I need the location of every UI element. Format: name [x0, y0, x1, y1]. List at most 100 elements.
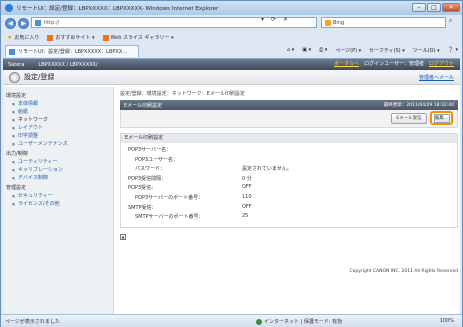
settings-row: POP3ユーザー名：: [121, 156, 457, 166]
bing-icon: [325, 19, 331, 26]
settings-section: Eメール印刷設定 POP3サーバー名： POP3ユーザー名： パスワード： 設定されて…: [120, 133, 458, 228]
site-icon: [102, 34, 109, 41]
settings-row: POP3サーバーのポート番号： 110: [121, 194, 457, 204]
logout-link[interactable]: ログアウト: [429, 60, 454, 67]
setting-value: 110: [242, 193, 252, 200]
last-updated: 最終更新：2011/04/29 18:32:40: [383, 103, 454, 108]
address-dropdown-icon[interactable]: ▾: [261, 16, 264, 23]
section-title: Eメール印刷設定: [121, 134, 457, 143]
safety-menu[interactable]: セーフティ(S) ▾: [369, 47, 405, 54]
status-bar: ページが表示されました インターネット | 保護モード: 有効 100%: [1, 314, 462, 327]
print-icon[interactable]: ⎙ ▾: [319, 47, 327, 54]
favorites-label: お気に入り: [14, 35, 40, 41]
settings-row: パスワード： 設定されていません。: [121, 165, 457, 175]
page-title: 設定/登録: [24, 73, 55, 81]
setting-value: OFF: [242, 184, 252, 191]
page-content: Satera LBPXXXXX / LBPXXXXX/ ポータルへ ログインユー…: [3, 58, 460, 314]
sidebar-item-layout[interactable]: レイアウト: [6, 124, 113, 132]
favorites-item-label: Web スライス ギャラリー ▾: [110, 35, 174, 41]
sidebar: 環境設定 本体情報 給紙 ネットワーク レイアウト 印字調整 ユーザーメンテナン…: [3, 87, 114, 314]
window-title: リモートUI：設定/登録：LBPXXXXX：LBPXXXXX- Windows …: [16, 6, 219, 12]
address-url: http://: [44, 19, 60, 26]
forward-button[interactable]: ▶: [18, 17, 29, 29]
address-row: ◀ ▶ http:// ▾ ⟳ ✕ Bing ⌕: [1, 15, 462, 31]
sidebar-item-device-control[interactable]: デバイス制御: [6, 174, 113, 182]
panel-header: Eメール印刷設定 最終更新：2011/04/29 18:32:40: [120, 100, 458, 110]
close-button[interactable]: ✕: [442, 3, 460, 12]
settings-row: SMTPサーバーのポート番号： 25: [121, 213, 457, 223]
internet-zone-icon: [256, 318, 262, 325]
setting-label: POP3ユーザー名：: [135, 156, 179, 163]
command-bar: ⌂ ▾ ▣ ▾ ⎙ ▾ ページ(P) ▾ セーフティ(S) ▾ ツール(O) ▾…: [287, 47, 458, 54]
copyright: Copyright CANON INC. 2011 All Rights Res…: [349, 269, 458, 274]
page-menu[interactable]: ページ(P) ▾: [335, 47, 361, 54]
setting-value: 0 分: [242, 175, 252, 182]
maximize-button[interactable]: □: [427, 3, 441, 12]
favorites-item[interactable]: Web スライス ギャラリー ▾: [102, 34, 174, 41]
sidebar-item-security[interactable]: セキュリティー: [6, 192, 113, 200]
search-icon[interactable]: ⌕: [449, 17, 459, 28]
back-button[interactable]: ◀: [5, 17, 16, 29]
sidebar-item-paper[interactable]: 給紙: [6, 108, 113, 116]
favorites-button[interactable]: ★ お気に入り: [7, 34, 39, 41]
security-zone: インターネット | 保護モード: 有効: [264, 319, 343, 325]
setting-label: パスワード：: [135, 166, 166, 173]
minimize-button[interactable]: –: [412, 3, 426, 12]
setting-label: SMTPサーバーのポート番号：: [135, 214, 204, 221]
edit-button-highlight: 編集...: [430, 111, 453, 125]
favorites-item-label: おすすめサイト ▾: [55, 35, 95, 41]
setting-value: OFF: [242, 203, 252, 210]
sidebar-group: 出力/制御: [6, 151, 28, 157]
site-icon: [47, 34, 54, 41]
mail-receive-button[interactable]: Eメール受信: [391, 113, 427, 124]
tab-row: リモートUI：設定/登録：LBPXXXXX：LBPXX... ⌂ ▾ ▣ ▾ ⎙…: [1, 44, 462, 58]
sidebar-item-calibration[interactable]: キャリブレーション: [6, 166, 113, 174]
stop-icon[interactable]: ✕: [283, 16, 288, 23]
main-panel: 設定/登録：環境設定：ネットワーク：Eメール印刷設定 Eメール印刷設定 最終更新…: [120, 87, 458, 314]
breadcrumb: 設定/登録：環境設定：ネットワーク：Eメール印刷設定: [120, 91, 245, 97]
sidebar-item-utility[interactable]: ユーティリティー: [6, 158, 113, 166]
sidebar-item-device-info[interactable]: 本体情報: [6, 100, 113, 108]
page-icon: [9, 48, 15, 55]
setting-value: 25: [242, 213, 249, 220]
feeds-icon[interactable]: ▣ ▾: [302, 47, 311, 54]
settings-row: POP3サーバー名：: [121, 146, 457, 156]
search-placeholder: Bing: [333, 19, 345, 26]
help-menu[interactable]: ❓ ▾: [448, 47, 458, 54]
favorites-bar: ★ お気に入り おすすめサイト ▾ Web スライス ギャラリー ▾: [1, 31, 462, 44]
settings-icon: [9, 71, 20, 83]
tab-remote-ui[interactable]: リモートUI：設定/登録：LBPXXXXX：LBPXX...: [5, 45, 139, 57]
back-to-top-icon[interactable]: ▲: [120, 233, 126, 240]
mail-admin-link[interactable]: 管理者へメール: [419, 74, 454, 81]
sidebar-item-license[interactable]: ライセンス/その他: [6, 200, 113, 208]
refresh-icon[interactable]: ⟳: [271, 16, 276, 23]
page-icon: [35, 19, 41, 26]
tools-menu[interactable]: ツール(O) ▾: [413, 47, 440, 54]
portal-link[interactable]: ポータルへ: [334, 60, 359, 67]
site-header: Satera LBPXXXXX / LBPXXXXX/ ポータルへ ログインユー…: [3, 59, 460, 70]
search-input[interactable]: Bing: [321, 17, 446, 28]
sidebar-item-network[interactable]: ネットワーク: [6, 116, 113, 124]
favorites-item[interactable]: おすすめサイト ▾: [47, 34, 95, 41]
setting-label: POP3サーバー名：: [128, 147, 172, 153]
sidebar-group: 管理設定: [6, 185, 27, 191]
login-user: ログインユーザー：管理者: [364, 61, 424, 67]
home-icon[interactable]: ⌂ ▾: [287, 47, 294, 54]
brand-logo: Satera: [8, 61, 25, 68]
sidebar-item-print-adjust[interactable]: 印字調整: [6, 132, 113, 140]
sidebar-item-user-maintenance[interactable]: ユーザーメンテナンス: [6, 140, 113, 148]
edit-button[interactable]: 編集...: [433, 113, 450, 123]
panel-title: Eメール印刷設定: [124, 102, 163, 109]
button-row: Eメール受信 編集...: [120, 110, 458, 128]
star-icon: ★: [7, 34, 13, 41]
zoom-level[interactable]: 100%: [440, 318, 454, 324]
sidebar-group: 環境設定: [6, 93, 27, 99]
setting-label: POP3受信間隔：: [128, 175, 167, 182]
settings-rows: POP3サーバー名： POP3ユーザー名： パスワード： 設定されていません。 POP3…: [121, 143, 457, 227]
setting-value: 設定されていません。: [242, 166, 292, 173]
device-name: LBPXXXXX / LBPXXXXX/: [38, 61, 98, 68]
title-bar: リモートUI：設定/登録：LBPXXXXX：LBPXXXXX- Windows …: [1, 1, 462, 15]
setting-label: POP3サーバーのポート番号：: [135, 194, 204, 201]
setting-label: SMTP受信：: [128, 204, 157, 211]
browser-window: リモートUI：設定/登録：LBPXXXXX：LBPXXXXX- Windows …: [0, 0, 463, 327]
